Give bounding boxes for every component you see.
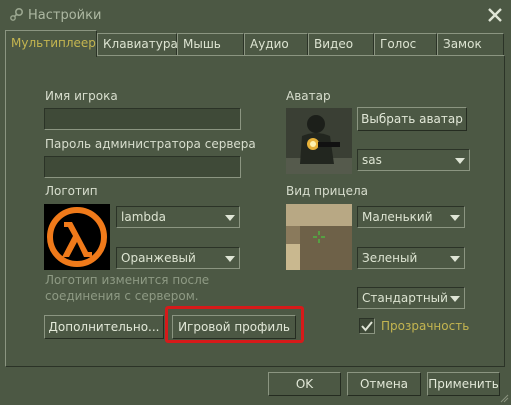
tab-audio[interactable]: Аудио: [244, 33, 308, 55]
cancel-button[interactable]: Отмена: [347, 372, 421, 396]
logo-color-select[interactable]: Оранжевый: [116, 247, 240, 269]
title-bar: Настройки: [0, 0, 511, 30]
tab-voice[interactable]: Голос: [374, 33, 437, 55]
close-icon[interactable]: [486, 6, 504, 24]
advanced-button[interactable]: Дополнительно...: [44, 315, 164, 339]
tab-label: Аудио: [250, 37, 289, 51]
tab-label: Клавиатура: [103, 37, 178, 51]
tab-video[interactable]: Видео: [308, 33, 374, 55]
lambda-logo-icon: [44, 204, 110, 270]
logo-color-value: Оранжевый: [121, 251, 196, 265]
resize-grip-icon[interactable]: [499, 393, 509, 403]
crosshair-style-select[interactable]: Стандартный: [357, 287, 465, 309]
logo-image-value: lambda: [121, 210, 166, 224]
logo-image-select[interactable]: lambda: [116, 206, 240, 228]
tab-label: Мышь: [183, 37, 221, 51]
avatar-model-value: sas: [362, 153, 382, 167]
tab-multiplayer[interactable]: Мультиплеер: [5, 30, 97, 57]
logo-hint: Логотип изменится после соединения с сер…: [45, 273, 210, 303]
crosshair-preview-icon: [286, 204, 352, 270]
tab-mouse[interactable]: Мышь: [177, 33, 244, 55]
crosshair-style-value: Стандартный: [362, 291, 448, 305]
ok-button[interactable]: OK: [268, 372, 341, 396]
transparency-checkbox[interactable]: [359, 318, 375, 334]
tab-label: Замок: [443, 37, 482, 51]
transparency-label[interactable]: Прозрачность: [381, 319, 469, 333]
chevron-down-icon: [450, 215, 460, 221]
avatar-soldier-icon: [286, 108, 352, 174]
steam-icon: [10, 7, 24, 21]
chevron-down-icon: [225, 215, 235, 221]
crosshair-size-value: Маленький: [362, 210, 433, 224]
chevron-down-icon: [450, 296, 460, 302]
tab-label: Голос: [380, 37, 417, 51]
avatar-label: Аватар: [286, 89, 331, 103]
crosshair-color-value: Зеленый: [362, 251, 418, 265]
crosshair-label: Вид прицела: [286, 184, 368, 198]
tab-label: Видео: [314, 37, 354, 51]
avatar-preview: [286, 108, 352, 174]
avatar-model-select[interactable]: sas: [357, 149, 470, 171]
chevron-down-icon: [225, 256, 235, 262]
tab-keyboard[interactable]: Клавиатура: [97, 33, 178, 55]
choose-avatar-button[interactable]: Выбрать аватар: [357, 107, 467, 131]
highlight-box: [165, 306, 304, 343]
window-title: Настройки: [28, 8, 102, 23]
checkmark-icon: [361, 321, 373, 332]
admin-password-label: Пароль администратора сервера: [45, 137, 256, 151]
apply-button[interactable]: Применить: [427, 372, 500, 396]
chevron-down-icon: [455, 158, 465, 164]
crosshair-size-select[interactable]: Маленький: [357, 206, 465, 228]
logo-label: Логотип: [45, 184, 98, 198]
chevron-down-icon: [450, 256, 460, 262]
logo-preview: [44, 204, 110, 270]
admin-password-input[interactable]: [44, 156, 241, 178]
player-name-label: Имя игрока: [45, 89, 118, 103]
crosshair-preview: [286, 204, 352, 270]
player-name-input[interactable]: [44, 108, 241, 130]
tab-label: Мультиплеер: [11, 36, 96, 50]
tab-lock[interactable]: Замок: [437, 33, 504, 55]
crosshair-color-select[interactable]: Зеленый: [357, 247, 465, 269]
